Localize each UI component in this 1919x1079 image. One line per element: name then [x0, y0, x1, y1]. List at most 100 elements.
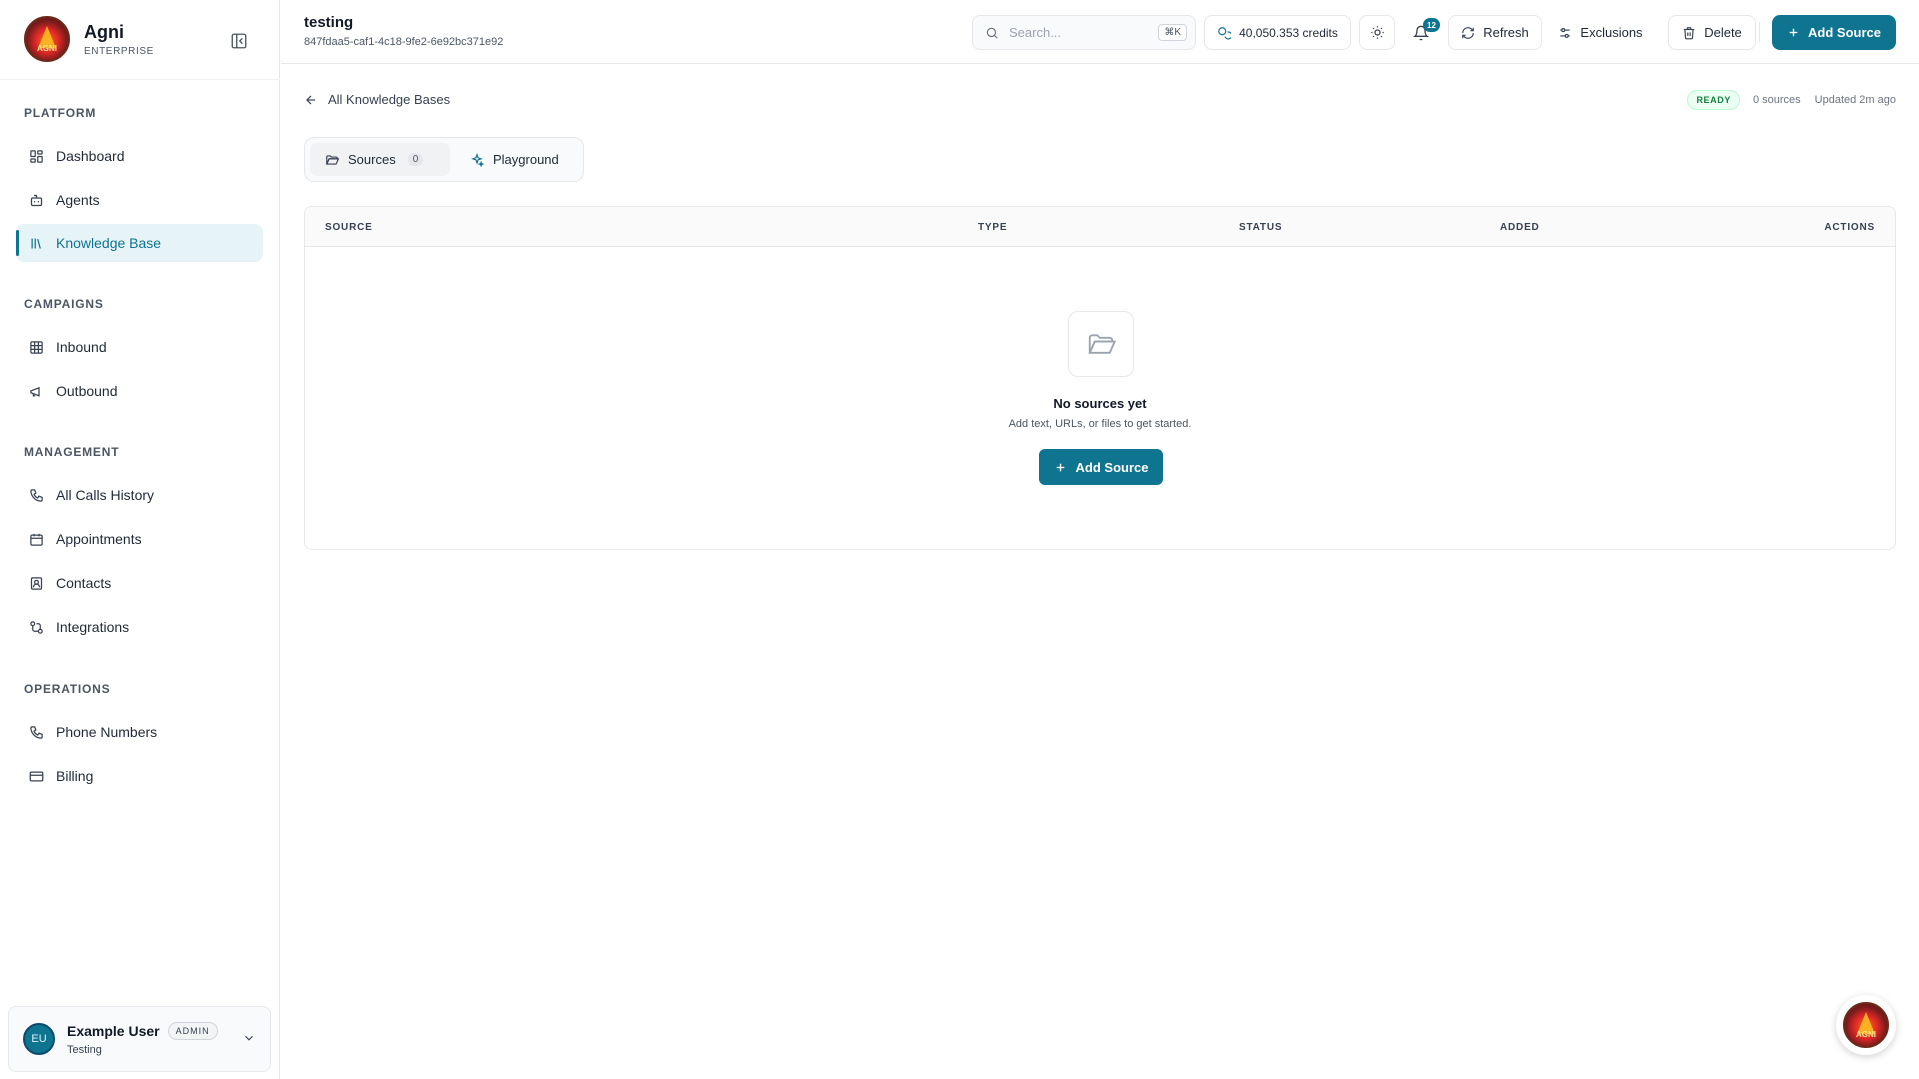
calendar-icon	[29, 533, 43, 546]
credits-button[interactable]: 40,050.353 credits	[1204, 15, 1351, 50]
sources-count: 0 sources	[1752, 94, 1801, 106]
coins-icon	[1217, 26, 1232, 40]
knowledge-base-id: 847fdaa5-caf1-4c18-9fe2-6e92bc371e92	[304, 36, 504, 48]
sidebar-item-label: Inbound	[56, 339, 107, 355]
plus-icon	[1054, 461, 1067, 474]
search-input[interactable]	[1009, 25, 1149, 40]
chevron-down-icon	[242, 1031, 256, 1050]
sidebar-item-phone-numbers[interactable]: Phone Numbers	[16, 713, 263, 751]
notifications-button[interactable]: 12	[1403, 15, 1440, 50]
sliders-icon	[1558, 26, 1572, 40]
panel-left-icon	[231, 33, 247, 49]
role-badge: ADMIN	[167, 1022, 218, 1040]
empty-state-folder-icon	[1068, 311, 1134, 377]
sidebar-divider	[0, 79, 280, 80]
sidebar-item-label: Billing	[56, 768, 94, 784]
tab-sources-count: 0	[407, 153, 424, 166]
contact-icon	[30, 576, 42, 590]
sidebar-item-label: Agents	[56, 192, 100, 208]
sidebar-item-label: Phone Numbers	[56, 724, 158, 740]
brand-name: Agni	[84, 21, 124, 42]
bot-icon	[30, 194, 42, 206]
empty-state-add-source-label: Add Source	[1075, 459, 1149, 475]
add-source-button[interactable]: Add Source	[1772, 15, 1896, 50]
column-header-added: ADDED	[1500, 222, 1540, 233]
sidebar-item-label: Integrations	[56, 619, 130, 635]
sidebar-item-inbound[interactable]: Inbound	[16, 328, 263, 366]
sidebar-item-appointments[interactable]: Appointments	[16, 520, 263, 558]
status-badge: READY	[1687, 90, 1740, 110]
sidebar-item-dashboard[interactable]: Dashboard	[16, 137, 263, 175]
sidebar-item-contacts[interactable]: Contacts	[16, 564, 263, 602]
tabs: Sources 0 Playground	[304, 137, 584, 182]
exclusions-label: Exclusions	[1580, 25, 1643, 40]
tab-sources[interactable]: Sources 0	[310, 143, 450, 176]
sources-table: SOURCE TYPE STATUS ADDED ACTIONS No sour…	[304, 206, 1896, 550]
back-to-knowledge-bases-link[interactable]: All Knowledge Bases	[304, 92, 450, 107]
sidebar-item-billing[interactable]: Billing	[16, 757, 263, 795]
grid-icon	[29, 340, 43, 354]
library-icon	[31, 238, 41, 249]
section-platform: PLATFORM	[24, 106, 97, 120]
brand-tier: ENTERPRISE	[84, 45, 154, 57]
credit-card-icon	[29, 771, 43, 781]
sidebar-item-label: Dashboard	[56, 148, 125, 164]
page-title: testing	[304, 14, 354, 31]
add-source-label: Add Source	[1808, 25, 1881, 40]
delete-label: Delete	[1704, 25, 1742, 40]
header: testing 847fdaa5-caf1-4c18-9fe2-6e92bc37…	[281, 0, 1919, 64]
table-header: SOURCE TYPE STATUS ADDED ACTIONS	[305, 207, 1895, 247]
tab-playground-label: Playground	[493, 152, 559, 167]
brand[interactable]: AGNI Agni ENTERPRISE	[24, 16, 154, 62]
column-header-status: STATUS	[1239, 222, 1283, 233]
folder-open-icon	[325, 153, 339, 167]
credits-label: 40,050.353 credits	[1239, 25, 1338, 40]
notification-count-badge: 12	[1423, 18, 1440, 32]
phone-icon	[29, 488, 43, 502]
sidebar-item-label: Knowledge Base	[56, 235, 162, 251]
user-org: Testing	[67, 1044, 102, 1056]
avatar: EU	[23, 1023, 55, 1055]
sidebar-item-knowledge-base[interactable]: Knowledge Base	[16, 224, 263, 262]
trash-icon	[1682, 26, 1696, 40]
sidebar-item-agents[interactable]: Agents	[16, 181, 263, 219]
theme-toggle-button[interactable]	[1359, 15, 1395, 50]
column-header-source: SOURCE	[325, 222, 373, 233]
sidebar-collapse-button[interactable]	[228, 30, 250, 52]
user-name: Example User	[67, 1023, 160, 1039]
refresh-label: Refresh	[1483, 25, 1529, 40]
section-management: MANAGEMENT	[24, 445, 120, 459]
arrow-left-icon	[304, 93, 318, 107]
section-campaigns: CAMPAIGNS	[24, 297, 104, 311]
sidebar: AGNI Agni ENTERPRISE PLATFORM Dashboard …	[0, 0, 280, 1079]
sidebar-item-integrations[interactable]: Integrations	[16, 608, 263, 646]
sidebar-item-calls-history[interactable]: All Calls History	[16, 476, 263, 514]
empty-state-title: No sources yet	[1053, 396, 1147, 411]
column-header-type: TYPE	[978, 222, 1008, 233]
sun-icon	[1370, 25, 1385, 40]
plug-icon	[29, 620, 43, 634]
header-separator	[1759, 22, 1760, 42]
empty-state-subtitle: Add text, URLs, or files to get started.	[1008, 418, 1192, 430]
assistant-launcher-button[interactable]: AGNI	[1836, 995, 1896, 1055]
section-operations: OPERATIONS	[24, 682, 111, 696]
refresh-icon	[1461, 26, 1475, 40]
logo-text: AGNI	[1856, 1030, 1876, 1039]
back-link-label: All Knowledge Bases	[328, 92, 451, 107]
sidebar-item-outbound[interactable]: Outbound	[16, 372, 263, 410]
tab-playground[interactable]: Playground	[455, 143, 575, 176]
refresh-button[interactable]: Refresh	[1448, 15, 1542, 50]
phone-icon	[29, 725, 43, 739]
sidebar-item-label: Contacts	[56, 575, 112, 591]
search-box[interactable]: ⌘K	[972, 15, 1196, 50]
sidebar-item-label: Outbound	[56, 383, 118, 399]
empty-state-add-source-button[interactable]: Add Source	[1039, 449, 1163, 485]
delete-button[interactable]: Delete	[1668, 15, 1756, 50]
sidebar-item-label: Appointments	[56, 531, 142, 547]
dashboard-icon	[29, 149, 43, 163]
exclusions-button[interactable]: Exclusions	[1550, 15, 1651, 50]
user-menu[interactable]: EU Example User ADMIN Testing	[8, 1006, 271, 1072]
kb-meta: READY 0 sources Updated 2m ago	[1687, 90, 1896, 110]
agni-logo: AGNI	[24, 16, 70, 62]
sparkles-icon	[470, 152, 484, 167]
